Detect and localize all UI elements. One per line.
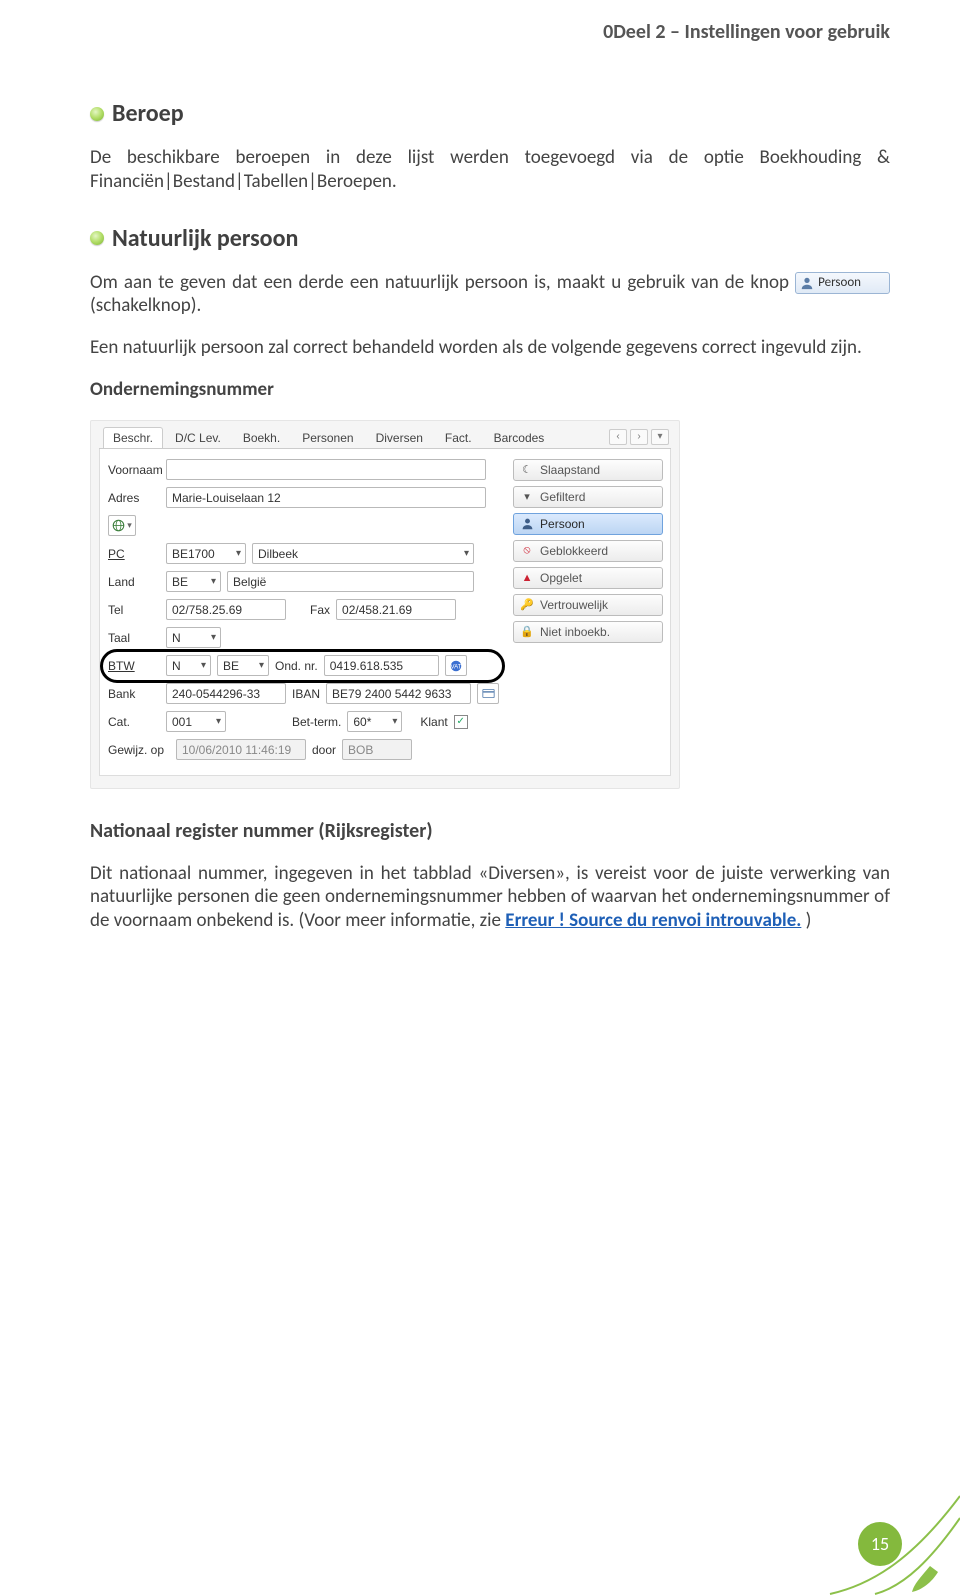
tel-input[interactable] <box>166 599 286 620</box>
text-run: Om aan te geven dat een derde een natuur… <box>90 271 795 294</box>
globe-dropdown-button[interactable] <box>108 515 136 536</box>
section-title-beroep: Beroep <box>90 99 890 128</box>
tab-bar: Beschr. D/C Lev. Boekh. Personen Diverse… <box>99 427 671 449</box>
moon-icon: ☾ <box>520 463 534 477</box>
iban-input[interactable] <box>326 683 471 704</box>
label-betterm: Bet-term. <box>292 715 341 729</box>
toggle-label: Persoon <box>540 517 585 531</box>
text-run: ) <box>806 909 812 932</box>
warning-icon: ▲ <box>520 571 534 585</box>
land-code-select[interactable]: BE <box>166 571 221 592</box>
card-icon <box>482 687 495 700</box>
tab-barcodes[interactable]: Barcodes <box>484 427 555 448</box>
door-input <box>342 739 412 760</box>
toggle-vertrouwelijk[interactable]: 🔑 Vertrouwelijk <box>513 594 663 616</box>
paragraph: Om aan te geven dat een derde een natuur… <box>90 271 890 319</box>
toggle-gefilterd[interactable]: ▾ Gefilterd <box>513 486 663 508</box>
broken-reference-link[interactable]: Erreur ! Source du renvoi introuvable. <box>505 909 801 932</box>
tab-prev-button[interactable]: ‹ <box>609 429 627 445</box>
label-door: door <box>312 743 336 757</box>
toggle-opgelet[interactable]: ▲ Opgelet <box>513 567 663 589</box>
label-bank: Bank <box>108 687 160 701</box>
label-klant: Klant <box>420 715 447 729</box>
tab-personen[interactable]: Personen <box>292 427 363 448</box>
tab-boekh[interactable]: Boekh. <box>233 427 290 448</box>
key-icon: 🔑 <box>520 598 534 612</box>
toggle-slaapstand[interactable]: ☾ Slaapstand <box>513 459 663 481</box>
section-title-natuurlijk: Natuurlijk persoon <box>90 224 890 253</box>
cat-select[interactable]: 001 <box>166 711 226 732</box>
subheading: Ondernemingsnummer <box>90 378 890 402</box>
toggle-persoon[interactable]: Persoon <box>513 513 663 535</box>
filter-icon: ▾ <box>520 490 534 504</box>
label-taal: Taal <box>108 631 160 645</box>
paragraph: Dit nationaal nummer, ingegeven in het t… <box>90 862 890 933</box>
betterm-select[interactable]: 60* <box>347 711 402 732</box>
gewijz-input <box>176 739 306 760</box>
tab-next-button[interactable]: › <box>630 429 648 445</box>
bullet-icon <box>90 107 104 121</box>
select-value: BE1700 <box>172 547 215 561</box>
label-voornaam: Voornaam <box>108 463 160 477</box>
pc-select[interactable]: BE1700 <box>166 543 246 564</box>
city-select[interactable]: Dilbeek <box>252 543 474 564</box>
voornaam-input[interactable] <box>166 459 486 480</box>
tab-diversen[interactable]: Diversen <box>366 427 433 448</box>
tab-beschr[interactable]: Beschr. <box>103 427 163 448</box>
label-land: Land <box>108 575 160 589</box>
select-value: 60* <box>353 715 371 729</box>
toggle-label: Opgelet <box>540 571 582 585</box>
globe-icon <box>112 519 125 532</box>
persoon-inline-button[interactable]: Persoon <box>795 272 890 294</box>
toggle-label: Vertrouwelijk <box>540 598 608 612</box>
tab-dc-lev[interactable]: D/C Lev. <box>165 427 231 448</box>
block-icon: ⦸ <box>520 544 534 558</box>
text-run: (schakelknop). <box>90 294 201 317</box>
label-tel: Tel <box>108 603 160 617</box>
label-gewijz: Gewijz. op <box>108 743 170 757</box>
label-pc: PC <box>108 547 160 561</box>
label-adres: Adres <box>108 491 160 505</box>
tab-nav: ‹ › ▾ <box>609 429 671 448</box>
toggle-list: ☾ Slaapstand ▾ Gefilterd Persoon ⦸ Geblo… <box>513 459 663 767</box>
label-iban: IBAN <box>292 687 320 701</box>
label-cat: Cat. <box>108 715 160 729</box>
toggle-label: Geblokkeerd <box>540 544 608 558</box>
paragraph: De beschikbare beroepen in deze lijst we… <box>90 146 890 194</box>
toggle-label: Slaapstand <box>540 463 600 477</box>
bullet-icon <box>90 231 104 245</box>
section-title-text: Beroep <box>112 99 184 128</box>
label-fax: Fax <box>310 603 330 617</box>
form-screenshot: Beschr. D/C Lev. Boekh. Personen Diverse… <box>90 420 680 789</box>
select-value: BE <box>172 575 188 589</box>
button-label: Persoon <box>818 275 861 291</box>
land-name-input[interactable] <box>227 571 474 592</box>
adres-input[interactable] <box>166 487 486 508</box>
page-number: 15 <box>858 1522 902 1566</box>
section-title-text: Natuurlijk persoon <box>112 224 298 253</box>
tab-dropdown-button[interactable]: ▾ <box>651 429 669 445</box>
bank-detail-button[interactable] <box>477 683 499 704</box>
lock-icon: 🔒 <box>520 625 534 639</box>
paragraph: Een natuurlijk persoon zal correct behan… <box>90 336 890 360</box>
person-icon <box>800 276 814 290</box>
fax-input[interactable] <box>336 599 456 620</box>
bank-input[interactable] <box>166 683 286 704</box>
person-icon <box>520 517 534 531</box>
document-header: 0Deel 2 – Instellingen voor gebruik <box>90 20 890 44</box>
klant-checkbox[interactable]: ✓ <box>454 715 468 729</box>
toggle-label: Gefilterd <box>540 490 585 504</box>
select-value: Dilbeek <box>258 547 298 561</box>
select-value: 001 <box>172 715 192 729</box>
toggle-niet-inboekb[interactable]: 🔒 Niet inboekb. <box>513 621 663 643</box>
select-value: N <box>172 631 181 645</box>
toggle-geblokkeerd[interactable]: ⦸ Geblokkeerd <box>513 540 663 562</box>
subheading-rijks: Nationaal register nummer (Rijksregister… <box>90 819 890 844</box>
taal-select[interactable]: N <box>166 627 221 648</box>
highlight-oval <box>100 649 505 683</box>
toggle-label: Niet inboekb. <box>540 625 610 639</box>
tab-fact[interactable]: Fact. <box>435 427 482 448</box>
